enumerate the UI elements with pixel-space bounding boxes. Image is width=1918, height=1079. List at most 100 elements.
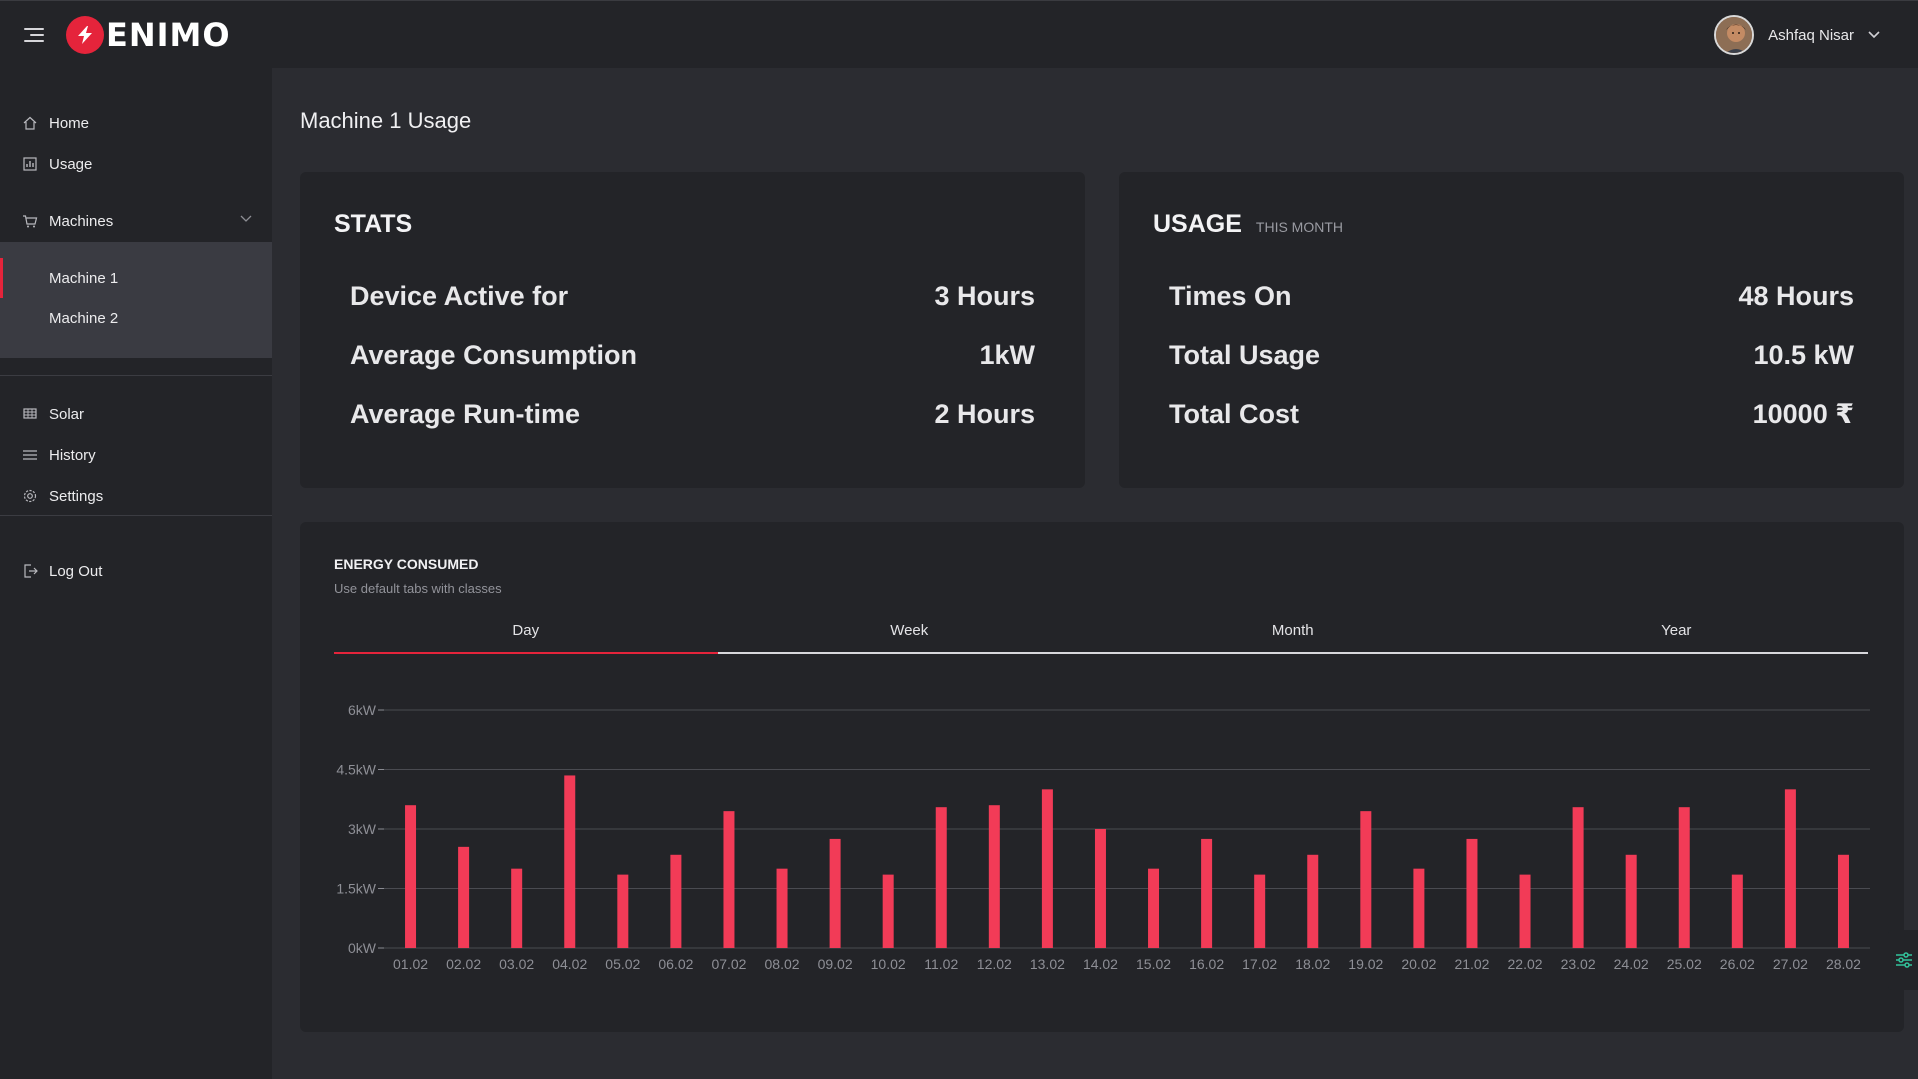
stat-row: Average Run-time 2 Hours bbox=[350, 396, 1035, 432]
energy-card: ENERGY CONSUMED Use default tabs with cl… bbox=[300, 522, 1904, 1032]
tab-week[interactable]: Week bbox=[718, 622, 1102, 652]
period-tabs: Day Week Month Year bbox=[334, 622, 1868, 654]
energy-title: ENERGY CONSUMED bbox=[334, 556, 479, 572]
x-tick-label: 10.02 bbox=[871, 956, 906, 972]
sidebar-item-machine-2[interactable]: Machine 2 bbox=[0, 300, 272, 336]
energy-chart-container: 0kW 1.5kW 3kW 4.5kW 6kW 01.02 02.02 03.02 04.02 0… bbox=[300, 702, 1904, 1007]
y-tick-label: 4.5kW bbox=[336, 762, 376, 778]
sidebar-item-label: Solar bbox=[49, 405, 85, 423]
chart-settings-button[interactable] bbox=[1888, 930, 1918, 990]
menu-toggle-icon[interactable] bbox=[24, 28, 44, 42]
chart-bar bbox=[1413, 868, 1425, 948]
chart-bar bbox=[1678, 807, 1690, 948]
stat-value: 1kW bbox=[979, 339, 1035, 370]
y-tick-label: 0kW bbox=[348, 940, 377, 956]
x-tick-label: 18.02 bbox=[1295, 956, 1330, 972]
user-menu[interactable]: Ashfaq Nisar bbox=[1714, 15, 1880, 55]
sidebar-item-label: Machines bbox=[49, 212, 114, 230]
y-tick-label: 1.5kW bbox=[336, 881, 376, 897]
x-tick-label: 15.02 bbox=[1136, 956, 1171, 972]
cart-icon bbox=[23, 215, 38, 228]
x-tick-label: 12.02 bbox=[977, 956, 1012, 972]
sidebar-item-settings[interactable]: Settings bbox=[0, 478, 272, 514]
x-tick-label: 20.02 bbox=[1401, 956, 1436, 972]
bar-chart-icon bbox=[23, 157, 37, 171]
stat-row: Device Active for 3 Hours bbox=[350, 278, 1035, 314]
chart-bar bbox=[829, 838, 841, 948]
x-tick-label: 05.02 bbox=[605, 956, 640, 972]
x-tick-label: 28.02 bbox=[1826, 956, 1861, 972]
tab-day[interactable]: Day bbox=[334, 622, 718, 654]
avatar[interactable] bbox=[1714, 15, 1755, 55]
chart-bar bbox=[617, 874, 629, 948]
x-tick-label: 03.02 bbox=[499, 956, 534, 972]
x-tick-label: 25.02 bbox=[1667, 956, 1702, 972]
chart-bar bbox=[1307, 854, 1319, 948]
x-tick-label: 14.02 bbox=[1083, 956, 1118, 972]
stat-row: Total Usage 10.5 kW bbox=[1169, 337, 1854, 373]
chart-bar bbox=[511, 868, 523, 948]
chart-bar bbox=[935, 807, 947, 948]
chart-bar bbox=[988, 805, 1000, 948]
sidebar-item-label: Machine 1 bbox=[49, 269, 119, 287]
usage-title-text: USAGE bbox=[1153, 210, 1242, 238]
top-bar: ENIMO Ashfaq Nisar bbox=[0, 0, 1918, 68]
y-tick-label: 6kW bbox=[348, 702, 377, 718]
sidebar-item-solar[interactable]: Solar bbox=[0, 396, 272, 432]
chevron-down-icon[interactable] bbox=[240, 215, 252, 223]
chart-bar bbox=[882, 874, 894, 948]
stats-title: STATS bbox=[334, 210, 413, 238]
tab-year[interactable]: Year bbox=[1485, 622, 1869, 652]
x-tick-label: 11.02 bbox=[924, 956, 958, 972]
stat-row: Times On 48 Hours bbox=[1169, 278, 1854, 314]
chart-bar bbox=[1094, 829, 1106, 948]
tab-month[interactable]: Month bbox=[1101, 622, 1485, 652]
sidebar-item-label: Home bbox=[49, 114, 90, 132]
chart-bar bbox=[776, 868, 788, 948]
solar-panel-icon bbox=[23, 408, 37, 419]
logout-icon bbox=[24, 564, 38, 578]
sidebar-item-usage[interactable]: Usage bbox=[0, 146, 272, 182]
usage-card: USAGE THIS MONTH Times On 48 Hours Total … bbox=[1119, 172, 1904, 488]
sidebar-item-machines[interactable]: Machines bbox=[0, 203, 272, 239]
sidebar-item-machine-1[interactable]: Machine 1 bbox=[0, 260, 272, 296]
chart-bar bbox=[1519, 874, 1531, 948]
sidebar-item-home[interactable]: Home bbox=[0, 105, 272, 141]
stat-value: 10.5 kW bbox=[1753, 339, 1854, 370]
x-tick-label: 21.02 bbox=[1454, 956, 1489, 972]
chevron-down-icon[interactable] bbox=[1868, 31, 1880, 39]
chart-bar bbox=[1837, 854, 1849, 948]
y-tick-label: 3kW bbox=[348, 821, 377, 837]
brand-bolt-icon bbox=[66, 16, 104, 54]
chart-bar bbox=[1201, 838, 1213, 948]
stat-label: Average Consumption bbox=[350, 339, 638, 370]
energy-bar-chart: 0kW 1.5kW 3kW 4.5kW 6kW 01.02 02.02 03.02 04.02 0… bbox=[336, 702, 1870, 972]
stat-label: Total Usage bbox=[1169, 339, 1321, 370]
x-tick-label: 01.02 bbox=[393, 956, 428, 972]
stat-value: 48 Hours bbox=[1738, 280, 1854, 311]
list-icon bbox=[23, 450, 37, 460]
sidebar-item-logout[interactable]: Log Out bbox=[0, 553, 272, 589]
chart-bar bbox=[564, 775, 576, 948]
x-tick-label: 19.02 bbox=[1348, 956, 1383, 972]
divider bbox=[0, 375, 272, 376]
sidebar: Home Usage Machines Machine 1 Machine 2 bbox=[0, 68, 272, 1079]
usage-title: USAGE THIS MONTH bbox=[1153, 210, 1343, 239]
page-title: Machine 1 Usage bbox=[300, 108, 472, 133]
stat-value: 10000 ₹ bbox=[1752, 398, 1854, 429]
brand-name: ENIMO bbox=[106, 16, 231, 54]
stat-label: Average Run-time bbox=[350, 398, 581, 429]
stat-row: Total Cost 10000 ₹ bbox=[1169, 396, 1854, 432]
stat-label: Times On bbox=[1169, 280, 1292, 311]
chart-bar bbox=[1360, 811, 1372, 948]
x-tick-label: 24.02 bbox=[1614, 956, 1649, 972]
sidebar-item-history[interactable]: History bbox=[0, 437, 272, 473]
chart-bar bbox=[1254, 874, 1266, 948]
chart-bar bbox=[1466, 838, 1478, 948]
divider bbox=[0, 515, 272, 516]
chart-bar bbox=[1572, 807, 1584, 948]
brand-logo[interactable]: ENIMO bbox=[66, 16, 231, 54]
x-tick-label: 07.02 bbox=[711, 956, 746, 972]
machines-submenu: Machine 1 Machine 2 bbox=[0, 242, 272, 358]
chart-bar bbox=[405, 805, 417, 948]
